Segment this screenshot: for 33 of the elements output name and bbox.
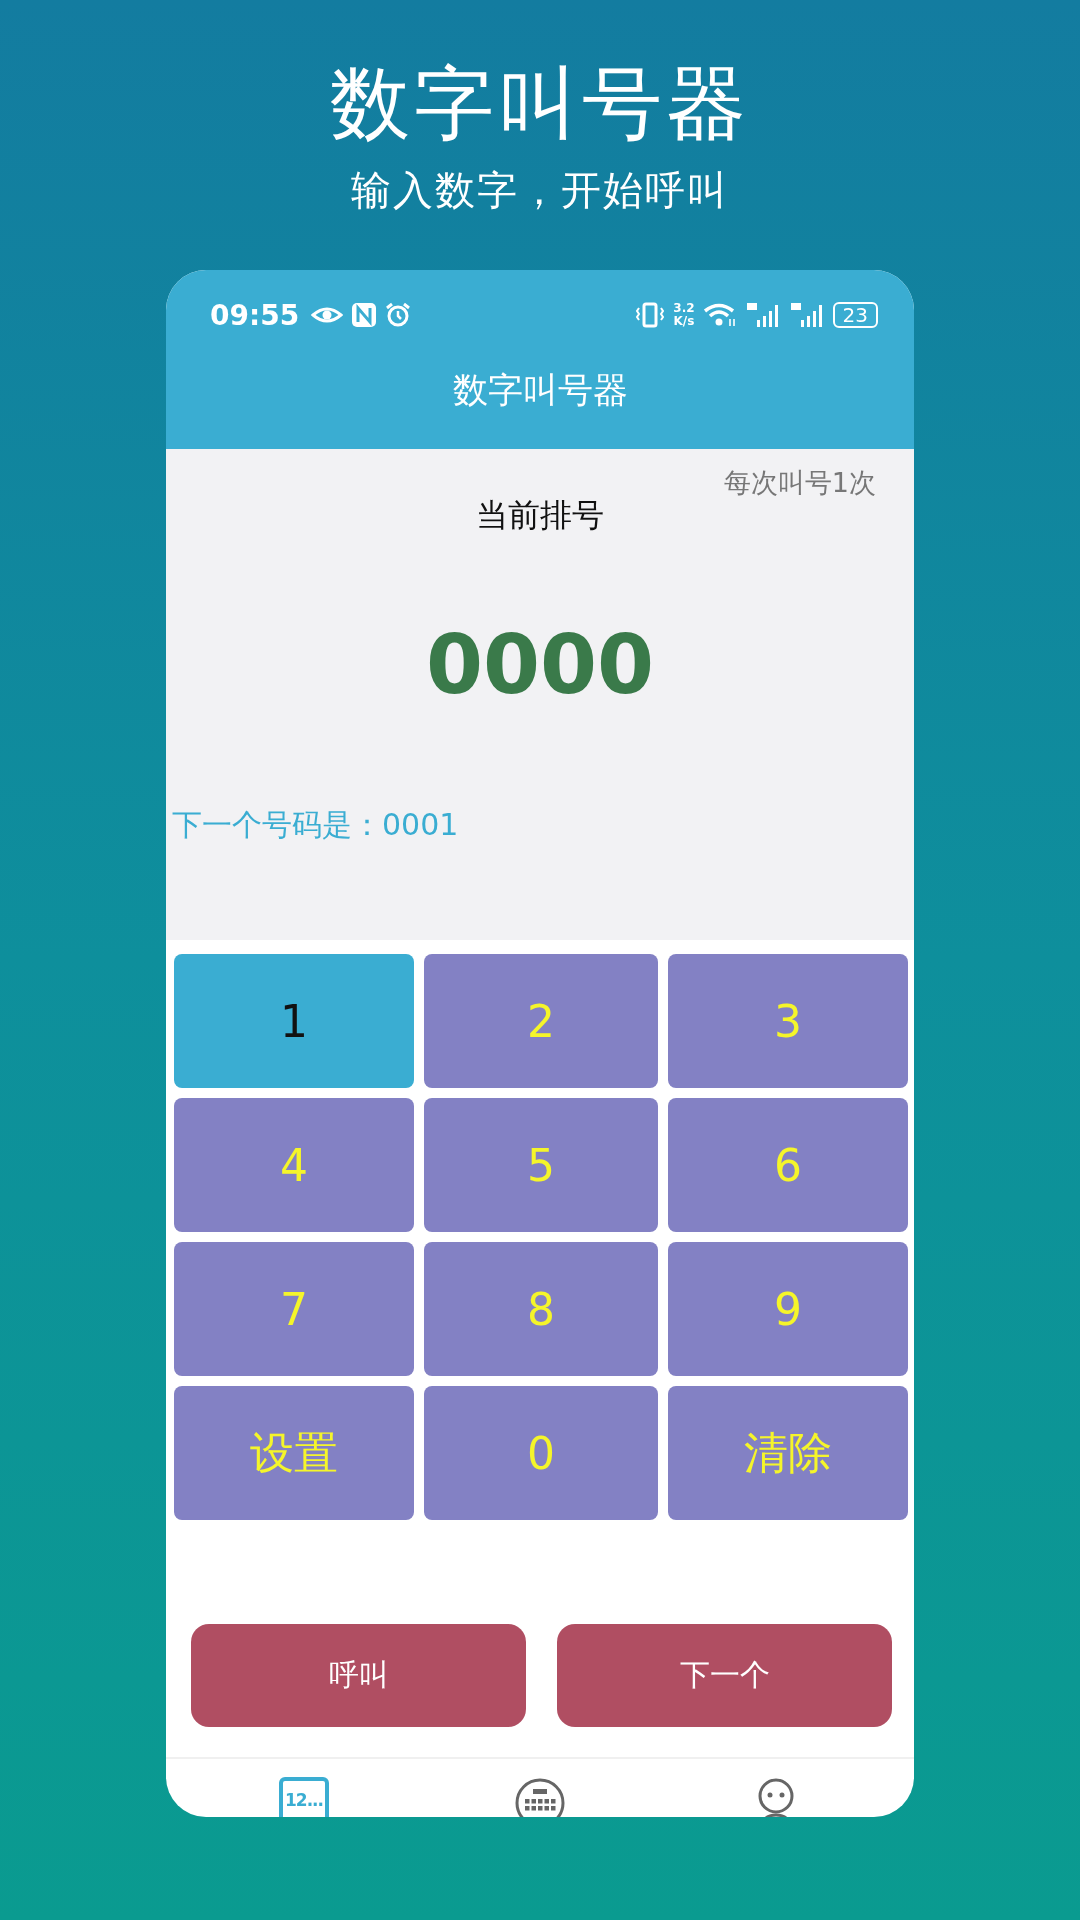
- action-button[interactable]: 下一个: [557, 1624, 892, 1727]
- current-number: 0000: [424, 616, 656, 714]
- keypad-key[interactable]: 5: [424, 1098, 658, 1232]
- keypad-key[interactable]: 9: [668, 1242, 908, 1376]
- keypad-key[interactable]: 8: [424, 1242, 658, 1376]
- status-time: 09:55: [210, 298, 300, 332]
- keypad-key[interactable]: 1: [174, 954, 414, 1088]
- keypad-icon[interactable]: [514, 1777, 566, 1817]
- nav-tab[interactable]: 12...: [279, 1777, 329, 1817]
- next-number: 下一个号码是：0001: [172, 806, 460, 844]
- keypad-key[interactable]: 7: [174, 1242, 414, 1376]
- signal-icon: [788, 302, 825, 328]
- alarm-icon: [385, 302, 412, 328]
- keypad-key[interactable]: 清除: [668, 1386, 908, 1520]
- promo-subtitle: 输入数字，开始呼叫: [351, 166, 729, 215]
- keypad-key[interactable]: 0: [424, 1386, 658, 1520]
- promo-title: 数字叫号器: [330, 56, 750, 152]
- battery-indicator: 23: [832, 302, 878, 328]
- signal-icon: [744, 302, 781, 328]
- keypad-key[interactable]: 2: [424, 954, 658, 1088]
- app-title: 数字叫号器: [452, 370, 628, 410]
- current-label: 当前排号: [476, 495, 604, 535]
- wifi-icon: [702, 302, 737, 328]
- vibrate-icon: [635, 302, 666, 328]
- nfc-icon: [351, 302, 378, 328]
- person-icon[interactable]: [756, 1777, 796, 1817]
- keypad-key[interactable]: 4: [174, 1098, 414, 1232]
- keypad-key[interactable]: 6: [668, 1098, 908, 1232]
- keypad-key[interactable]: 3: [668, 954, 908, 1088]
- network-speed: 3.2 K/s: [673, 302, 695, 328]
- repeat-note: 每次叫号1次: [723, 466, 876, 500]
- action-button[interactable]: 呼叫: [191, 1624, 526, 1727]
- keypad-key[interactable]: 设置: [174, 1386, 414, 1520]
